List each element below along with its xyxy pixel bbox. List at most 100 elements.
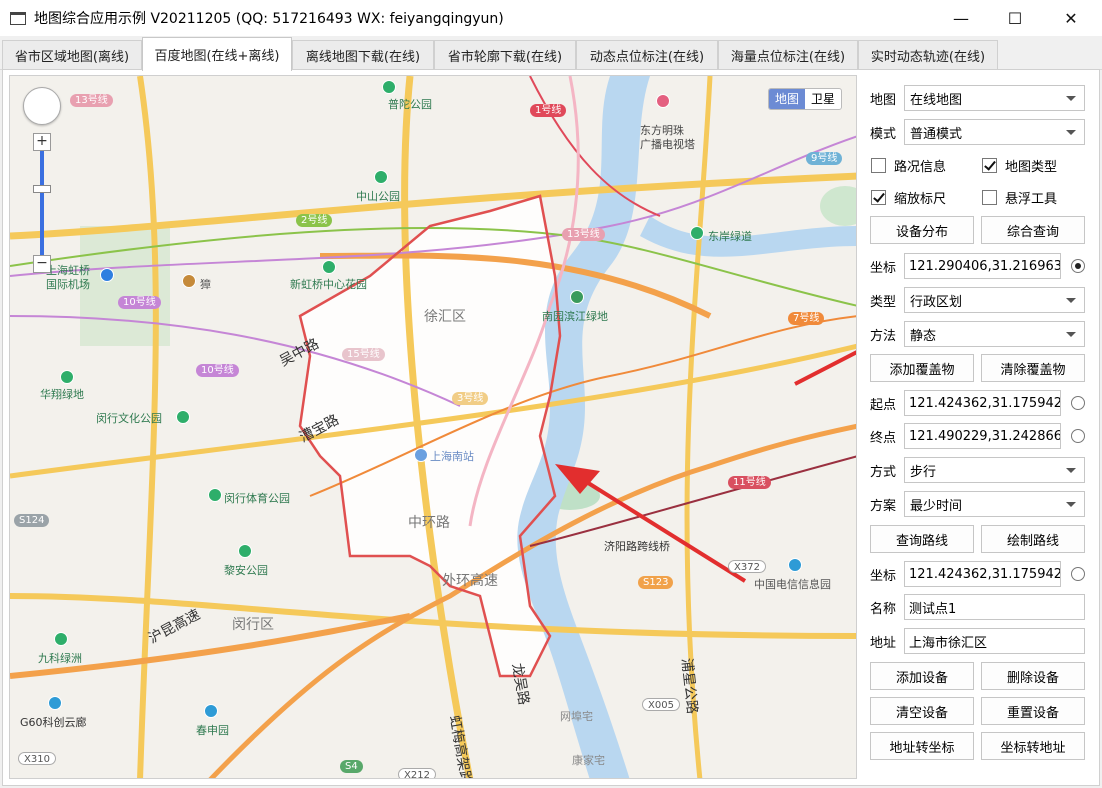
map-type-map[interactable]: 地图 <box>769 89 806 109</box>
method-select[interactable]: 静态 <box>904 321 1085 347</box>
mode-row: 模式 普通模式 <box>870 118 1086 146</box>
chevron-down-icon <box>1066 468 1076 473</box>
coord2-input[interactable]: 121.424362,31.175942 <box>904 561 1061 587</box>
metro-3-label: 3号线 <box>452 392 489 405</box>
plan-select[interactable]: 最少时间 <box>904 491 1085 517</box>
park-icon <box>208 488 222 502</box>
map-type-toggle: 地图 卫星 <box>768 88 843 110</box>
start-radio[interactable] <box>1071 396 1085 410</box>
tab-dynamic-points[interactable]: 动态点位标注(在线) <box>576 40 718 70</box>
method-row: 方法 静态 <box>870 320 1086 348</box>
checkbox-checked-icon <box>871 189 886 205</box>
road-shield-x372: X372 <box>728 560 766 573</box>
tab-bar: 省市区域地图(离线) 百度地图(在线+离线) 离线地图下载(在线) 省市轮廓下载… <box>0 36 1102 71</box>
addr-input[interactable]: 上海市徐汇区 <box>904 628 1085 654</box>
zoom-control[interactable]: + − <box>33 133 51 273</box>
road-shield-x310: X310 <box>18 752 56 765</box>
name-input[interactable]: 测试点1 <box>904 594 1085 620</box>
type-select[interactable]: 行政区划 <box>904 287 1085 313</box>
chevron-down-icon <box>1066 130 1076 135</box>
metro-15-label: 15号线 <box>342 348 385 361</box>
label-oriental-pearl: 东方明珠 广播电视塔 <box>640 124 695 151</box>
tab-realtime-track[interactable]: 实时动态轨迹(在线) <box>858 40 998 70</box>
coord-to-addr-button[interactable]: 坐标转地址 <box>981 732 1085 760</box>
zoom-track[interactable] <box>40 151 44 255</box>
name-label: 名称 <box>870 601 897 617</box>
reset-device-button[interactable]: 重置设备 <box>981 697 1085 725</box>
chevron-down-icon <box>1066 332 1076 337</box>
maximize-button[interactable]: ☐ <box>992 0 1038 36</box>
name-row: 名称 测试点1 <box>870 593 1086 621</box>
map-type-satellite[interactable]: 卫星 <box>805 89 841 109</box>
scale-checkbox[interactable]: 缩放标尺 <box>871 185 946 209</box>
add-device-button[interactable]: 添加设备 <box>870 662 974 690</box>
label-outer-ring: 外环高速 <box>442 573 498 589</box>
road-shield-x212: X212 <box>398 768 436 778</box>
chevron-down-icon <box>1066 298 1076 303</box>
zoom-in-button[interactable]: + <box>33 133 51 151</box>
metro-10b-label: 10号线 <box>196 364 239 377</box>
label-zhongshan-park: 中山公园 <box>356 190 400 203</box>
map-source-label: 地图 <box>870 92 897 108</box>
addr-to-coord-button[interactable]: 地址转坐标 <box>870 732 974 760</box>
coord-row: 坐标 121.290406,31.216963 <box>870 252 1086 280</box>
draw-route-button[interactable]: 绘制路线 <box>981 525 1085 553</box>
end-radio[interactable] <box>1071 429 1085 443</box>
label-nanpu-greenland: 南园滨江绿地 <box>542 310 608 323</box>
park-icon <box>60 370 74 384</box>
close-button[interactable]: ✕ <box>1048 0 1094 36</box>
tab-offline-download[interactable]: 离线地图下载(在线) <box>292 40 434 70</box>
coord-input[interactable]: 121.290406,31.216963 <box>904 253 1061 279</box>
delete-device-button[interactable]: 删除设备 <box>981 662 1085 690</box>
label-minhang-culture-park: 闵行文化公园 <box>96 412 162 425</box>
metro-13-label: 13号线 <box>70 94 113 107</box>
end-input[interactable]: 121.490229,31.242866 <box>904 423 1061 449</box>
station-icon <box>414 448 428 462</box>
minimize-button[interactable]: — <box>938 0 984 36</box>
label-jiyang-bridge: 济阳路跨线桥 <box>604 540 670 553</box>
way-select[interactable]: 步行 <box>904 457 1085 483</box>
mode-select[interactable]: 普通模式 <box>904 119 1085 145</box>
chevron-down-icon <box>1066 96 1076 101</box>
tab-mass-points[interactable]: 海量点位标注(在线) <box>718 40 858 70</box>
label-wangbu: 网埠宅 <box>560 710 593 723</box>
window-title: 地图综合应用示例 V20211205 (QQ: 517216493 WX: fe… <box>34 11 504 27</box>
label-g60: G60科创云廊 <box>20 716 87 729</box>
map-source-select[interactable]: 在线地图 <box>904 85 1085 111</box>
combined-query-button[interactable]: 综合查询 <box>981 216 1085 244</box>
coord2-radio[interactable] <box>1071 567 1085 581</box>
metro-7-label: 7号线 <box>788 312 825 325</box>
tab-baidu-map[interactable]: 百度地图(在线+离线) <box>142 37 292 71</box>
tab-outline-download[interactable]: 省市轮廓下载(在线) <box>434 40 576 70</box>
add-overlay-button[interactable]: 添加覆盖物 <box>870 354 974 382</box>
clear-overlay-button[interactable]: 清除覆盖物 <box>981 354 1085 382</box>
maptype-checkbox[interactable]: 地图类型 <box>982 153 1057 177</box>
road-shield-s123: S123 <box>638 576 674 589</box>
zoom-thumb[interactable] <box>33 185 51 193</box>
pan-control[interactable] <box>23 87 61 125</box>
label-huaxiang-green: 华翔绿地 <box>40 388 84 401</box>
label-minhang-sports-park: 闵行体育公园 <box>224 492 290 505</box>
device-distribution-button[interactable]: 设备分布 <box>870 216 974 244</box>
park-icon <box>322 260 336 274</box>
traffic-checkbox[interactable]: 路况信息 <box>871 153 946 177</box>
clear-device-button[interactable]: 清空设备 <box>870 697 974 725</box>
coord-radio[interactable] <box>1071 259 1085 273</box>
road-shield-s4: S4 <box>340 760 363 773</box>
end-row: 终点 121.490229,31.242866 <box>870 422 1086 450</box>
type-label: 类型 <box>870 294 897 310</box>
start-input[interactable]: 121.424362,31.175942 <box>904 390 1061 416</box>
park-icon <box>204 704 218 718</box>
label-xuhui-district: 徐汇区 <box>424 309 466 325</box>
control-panel: 地图 在线地图 模式 普通模式 路况信息 地图类型 缩放标尺 悬浮工具 设备分布… <box>862 75 1099 779</box>
park-icon <box>382 80 396 94</box>
tab-province-offline[interactable]: 省市区域地图(离线) <box>2 40 142 70</box>
park-icon <box>48 696 62 710</box>
label-lixin-park: 黎安公园 <box>224 564 268 577</box>
label-jiuke-green: 九科绿洲 <box>38 652 82 665</box>
metro-13b-label: 13号线 <box>562 228 605 241</box>
query-route-button[interactable]: 查询路线 <box>870 525 974 553</box>
coord2-row: 坐标 121.424362,31.175942 <box>870 560 1086 588</box>
floattool-checkbox[interactable]: 悬浮工具 <box>982 185 1057 209</box>
map-view[interactable]: + − 地图 卫星 13号线 1号线 9号线 2号线 13号线 10号线 10号… <box>9 75 857 779</box>
